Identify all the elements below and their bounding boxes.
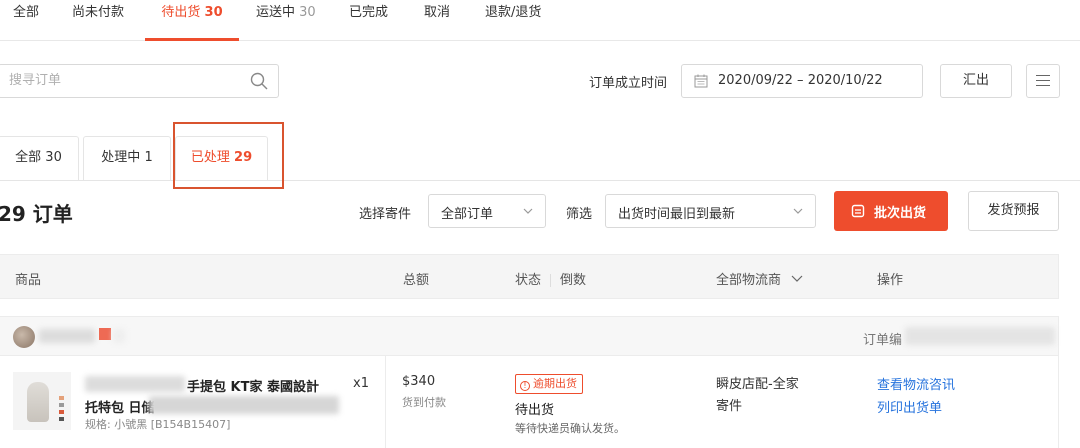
tab-cancelled-label: 取消 xyxy=(424,5,451,20)
order-count-title: 29 订单 xyxy=(0,202,73,226)
printer-icon xyxy=(851,204,865,218)
tab-shipping-label: 运送中 xyxy=(256,5,296,20)
col-carrier-label: 全部物流商 xyxy=(716,273,782,288)
product-title[interactable]: 手提包 KT家 泰國設計 xyxy=(187,376,319,395)
menu-button[interactable] xyxy=(1026,64,1060,98)
order-number-label: 订单编 xyxy=(863,333,903,348)
order-status-note: 等待快递员确认发货。 xyxy=(515,422,625,435)
tab-completed[interactable]: 已完成 xyxy=(349,0,388,38)
order-status: 待出货 xyxy=(515,403,555,418)
shipping-select-value: 全部订单 xyxy=(441,207,494,222)
overdue-badge: ! 逾期出货 xyxy=(515,374,583,394)
blurred-product-name xyxy=(85,376,185,392)
export-button[interactable]: 汇出 xyxy=(940,64,1012,98)
subtab-divider xyxy=(0,180,1080,181)
tab-all[interactable]: 全部 xyxy=(13,0,39,38)
blurred-product-name xyxy=(149,396,339,414)
date-filter-label: 订单成立时间 xyxy=(589,76,668,91)
batch-ship-button[interactable]: 批次出货 xyxy=(834,191,948,231)
batch-ship-label: 批次出货 xyxy=(874,206,927,221)
subtab-processing[interactable]: 处理中 1 xyxy=(83,136,171,181)
sort-filter-value: 出货时间最旧到最新 xyxy=(618,207,736,222)
search-icon[interactable] xyxy=(250,72,268,90)
overdue-badge-label: 逾期出货 xyxy=(533,377,577,390)
order-total: $340 xyxy=(402,374,436,389)
blurred-area xyxy=(113,329,125,343)
column-divider xyxy=(385,356,386,448)
logistics-provider: 瞬皮店配-全家 xyxy=(716,377,799,392)
view-logistics-link[interactable]: 查看物流咨讯 xyxy=(877,374,955,393)
col-countdown-label: 倒数 xyxy=(560,273,587,288)
table-header: 商品 总额 状态 倒数 全部物流商 操作 xyxy=(0,254,1059,299)
tab-cancelled[interactable]: 取消 xyxy=(424,0,450,38)
tab-shipping-count: 30 xyxy=(299,5,316,20)
tab-refund-label: 退款/退货 xyxy=(485,5,542,20)
tab-shipping[interactable]: 运送中 30 xyxy=(256,0,316,38)
tab-unpaid[interactable]: 尚未付款 xyxy=(72,0,124,38)
tab-refund[interactable]: 退款/退货 xyxy=(485,0,541,38)
col-status: 状态 倒数 xyxy=(515,269,586,288)
date-range-value: 2020/09/22 – 2020/10/22 xyxy=(718,73,883,88)
product-title-line2[interactable]: 托特包 日储 xyxy=(85,397,155,416)
col-status-label: 状态 xyxy=(515,273,542,288)
filter-label: 筛选 xyxy=(566,207,593,222)
col-product: 商品 xyxy=(15,273,42,288)
search-box xyxy=(0,64,279,98)
status-tabs: 全部 尚未付款 待出货 30 运送中 30 已完成 取消 退款/退货 xyxy=(0,0,1080,41)
annotation-highlight-box xyxy=(173,122,284,189)
shipment-preview-button[interactable]: 发货预报 xyxy=(968,191,1059,231)
sort-filter-select[interactable]: 出货时间最旧到最新 xyxy=(605,194,816,228)
subtab-processing-count: 1 xyxy=(144,150,153,165)
tab-unpaid-label: 尚未付款 xyxy=(72,5,125,20)
tab-to-ship[interactable]: 待出货 30 xyxy=(145,0,239,41)
print-waybill-link[interactable]: 列印出货单 xyxy=(877,397,942,416)
carrier-filter[interactable]: 全部物流商 xyxy=(716,269,803,288)
chevron-down-icon xyxy=(523,208,533,214)
order-card-header: 订单编 xyxy=(0,316,1059,356)
buyer-avatar xyxy=(13,326,35,348)
product-quantity: x1 xyxy=(353,376,369,391)
product-variation: 规格: 小號黑 [B154B15407] xyxy=(85,418,231,431)
alert-icon: ! xyxy=(520,381,530,391)
order-row: 手提包 KT家 泰國設計 x1 托特包 日储 规格: 小號黑 [B154B154… xyxy=(0,356,1059,448)
subtab-all-label: 全部 xyxy=(15,150,42,165)
tab-to-ship-label: 待出货 xyxy=(161,5,201,20)
tab-to-ship-count: 30 xyxy=(204,5,223,20)
search-input[interactable] xyxy=(0,65,229,95)
subtab-processing-label: 处理中 xyxy=(101,150,141,165)
seller-flag-icon xyxy=(99,328,111,340)
tab-completed-label: 已完成 xyxy=(349,5,389,20)
logistics-info: 瞬皮店配-全家 寄件 xyxy=(716,374,799,418)
chevron-down-icon xyxy=(791,275,803,282)
calendar-icon xyxy=(694,74,708,88)
chevron-down-icon xyxy=(793,208,803,214)
tab-all-label: 全部 xyxy=(13,5,40,20)
subtab-all-count: 30 xyxy=(45,150,62,165)
col-total: 总额 xyxy=(403,273,430,288)
date-range-picker[interactable]: 2020/09/22 – 2020/10/22 xyxy=(681,64,923,98)
col-action: 操作 xyxy=(877,273,904,288)
subtab-all[interactable]: 全部 30 xyxy=(0,136,79,181)
shipping-select-label: 选择寄件 xyxy=(359,207,412,222)
logistics-method: 寄件 xyxy=(716,399,743,414)
payment-method: 货到付款 xyxy=(402,396,446,409)
blurred-order-number xyxy=(905,327,1055,345)
blurred-buyer-name xyxy=(39,329,95,343)
shipping-select[interactable]: 全部订单 xyxy=(428,194,546,228)
product-thumbnail[interactable] xyxy=(13,372,71,430)
